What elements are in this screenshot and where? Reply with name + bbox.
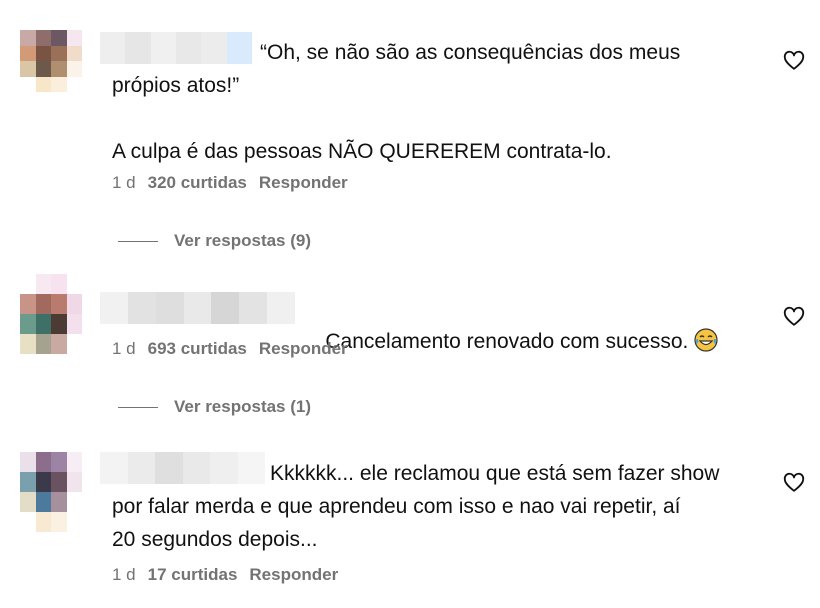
likes-count[interactable]: 17 curtidas [148,565,238,585]
comment-meta: 1 d 17 curtidas Responder [112,565,338,585]
comment-text: Cancelamento renovado com sucesso. [302,292,760,391]
comment-time: 1 d [112,339,136,358]
comment-text: Kkkkkk... ele reclamou que está sem faze… [112,462,720,551]
likes-count[interactable]: 693 curtidas [148,339,247,359]
laughing-tears-emoji-icon [694,328,718,352]
avatar[interactable] [20,274,82,354]
comment-meta: 1 d 693 curtidas Responder [112,339,348,359]
heart-outline-icon[interactable] [783,306,805,328]
username-blurred[interactable] [100,292,296,324]
reply-button[interactable]: Responder [259,339,348,359]
view-replies-label: Ver respostas (9) [174,231,312,250]
view-replies-button[interactable]: Ver respostas (1) [118,397,311,417]
comment-time: 1 d [112,173,136,192]
heart-outline-icon[interactable] [783,50,805,72]
heart-outline-icon[interactable] [783,472,805,494]
comment-text: “Oh, se não são as consequências dos meu… [112,41,681,163]
avatar[interactable] [20,452,82,532]
reply-button[interactable]: Responder [249,565,338,585]
comment-text-content: Cancelamento renovado com sucesso. [325,330,695,353]
avatar[interactable] [20,30,82,92]
comment-meta: 1 d 320 curtidas Responder [112,173,348,193]
divider-line [118,406,158,408]
divider-line [118,240,158,242]
likes-count[interactable]: 320 curtidas [148,173,247,193]
reply-button[interactable]: Responder [259,173,348,193]
view-replies-label: Ver respostas (1) [174,397,312,416]
comment-time: 1 d [112,565,136,584]
view-replies-button[interactable]: Ver respostas (9) [118,231,311,251]
